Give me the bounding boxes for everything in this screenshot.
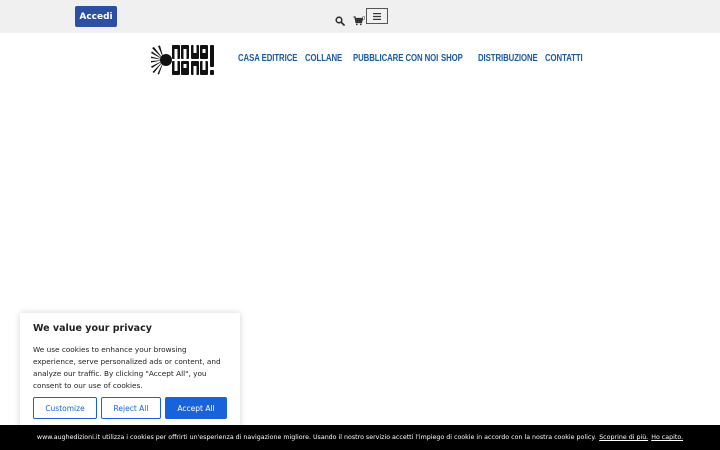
menu-toggle-button[interactable]	[366, 8, 388, 24]
login-button[interactable]: Accedi	[75, 6, 117, 27]
reject-all-button[interactable]: Reject All	[101, 397, 161, 419]
cookie-notice-text: www.aughedizioni.it utilizza i cookies p…	[36, 434, 597, 441]
cookie-notice-bar: www.aughedizioni.it utilizza i cookies p…	[0, 425, 720, 450]
cookie-consent-actions: Customize Reject All Accept All	[33, 397, 227, 419]
nav-distribuzione[interactable]: DISTRIBUZIONE	[478, 53, 538, 64]
cookie-consent-text: We use cookies to enhance your browsing …	[33, 345, 221, 390]
hamburger-menu-icon	[373, 12, 381, 20]
cookie-consent-dialog: We value your privacy We use cookies to …	[20, 313, 240, 433]
augh-logo[interactable]	[151, 44, 215, 76]
nav-casa-editrice[interactable]: CASA EDITRICE	[238, 53, 297, 64]
nav-collane[interactable]: COLLANE	[305, 53, 342, 64]
accept-all-button[interactable]: Accept All	[165, 397, 227, 419]
customize-button[interactable]: Customize	[33, 397, 97, 419]
nav-contatti[interactable]: CONTATTI	[545, 53, 583, 64]
search-icon[interactable]	[335, 11, 345, 26]
top-bar: Accedi 0	[0, 0, 720, 33]
cookie-ok-link[interactable]: Ho capito.	[651, 434, 683, 441]
nav-shop[interactable]: SHOP	[441, 53, 463, 64]
nav-pubblicare-con-noi[interactable]: PUBBLICARE CON NOI	[353, 53, 438, 64]
cart-count-badge: 0	[362, 16, 366, 22]
cookie-policy-link[interactable]: Scoprine di più.	[599, 434, 648, 441]
cookie-consent-title: We value your privacy	[33, 323, 152, 334]
site-header: CASA EDITRICE COLLANE PUBBLICARE CON NOI…	[0, 33, 720, 88]
